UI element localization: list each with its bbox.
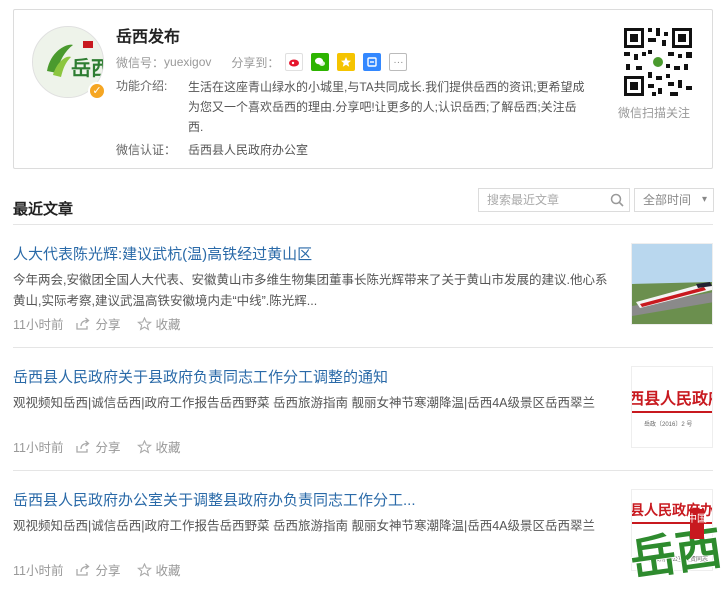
- tieba-icon[interactable]: [363, 53, 382, 71]
- article-item: 岳西县人民政府关于县政府负责同志工作分工调整的通知 观视频知岳西|诚信岳西|政府…: [13, 366, 713, 456]
- time-filter-select[interactable]: 全部时间 ▾: [634, 188, 714, 212]
- star-icon: [136, 562, 152, 577]
- watermark-vertical: 中国: [687, 512, 707, 525]
- intro-label: 功能介绍:: [116, 79, 168, 93]
- favorite-button[interactable]: 收藏: [136, 314, 181, 333]
- article-thumbnail[interactable]: 西县人民政府 岳政〔2016〕2 号: [631, 366, 713, 448]
- article-title-link[interactable]: 岳西县人民政府办公室关于调整县政府办负责同志工作分工...: [13, 489, 416, 510]
- watermark-text: 岳西: [627, 520, 722, 586]
- share-icon: [76, 563, 90, 576]
- favorite-button[interactable]: 收藏: [136, 560, 181, 579]
- weibo-icon[interactable]: [285, 53, 304, 71]
- article-summary: 观视频知岳西|诚信岳西|政府工作报告岳西野菜 岳西旅游指南 靓丽女神节寒潮降温|…: [13, 519, 595, 533]
- wechat-id-label: 微信号：: [116, 55, 165, 70]
- article-item: 岳西县人民政府办公室关于调整县政府办负责同志工作分工... 观视频知岳西|诚信岳…: [13, 489, 713, 579]
- article-title-link[interactable]: 岳西县人民政府关于县政府负责同志工作分工调整的通知: [13, 366, 388, 387]
- article-time: 11小时前: [13, 318, 64, 332]
- article-meta: 11小时前 分享 收藏: [13, 437, 181, 456]
- article-thumbnail[interactable]: [631, 243, 713, 325]
- divider: [13, 347, 713, 348]
- article-summary: 今年两会,安徽团全国人大代表、安徽黄山市多维生物集团董事长陈光辉带来了关于黄山市…: [13, 273, 608, 308]
- profile-card: 岳西 ✓ 岳西发布 微信号： yuexigov 分享到： ··· 功能介绍: 生…: [13, 9, 713, 169]
- share-icon: [76, 317, 90, 330]
- share-button[interactable]: 分享: [75, 314, 121, 333]
- share-button[interactable]: 分享: [75, 437, 121, 456]
- cert-label: 微信认证：: [116, 143, 177, 157]
- thumbnail-heading: 西县人民政府: [631, 389, 712, 408]
- search-input[interactable]: [479, 189, 604, 211]
- favorite-button[interactable]: 收藏: [136, 437, 181, 456]
- divider: [13, 224, 713, 225]
- thumbnail-rule: [632, 411, 712, 413]
- time-filter-label: 全部时间: [643, 193, 692, 207]
- thumbnail-docnumber: 岳政〔2016〕2 号: [644, 422, 693, 428]
- more-icon[interactable]: ···: [389, 53, 408, 71]
- star-icon: [136, 316, 152, 331]
- share-label: 分享到：: [231, 55, 280, 70]
- search-box: [478, 188, 630, 212]
- article-title-link[interactable]: 人大代表陈光辉:建议武杭(温)高铁经过黄山区: [13, 243, 312, 264]
- article-time: 11小时前: [13, 441, 64, 455]
- article-item: 人大代表陈光辉:建议武杭(温)高铁经过黄山区 今年两会,安徽团全国人大代表、安徽…: [13, 243, 713, 333]
- verified-badge-icon: ✓: [88, 82, 106, 100]
- qzone-icon[interactable]: [337, 53, 356, 71]
- svg-text:岳西: 岳西: [71, 56, 104, 80]
- article-time: 11小时前: [13, 564, 64, 578]
- train-image-icon: [632, 244, 712, 324]
- divider: [13, 470, 713, 471]
- intro-text: 生活在这座青山绿水的小城里,与TA共同成长.我们提供岳西的资讯;更希望成为您又一…: [188, 80, 585, 134]
- article-summary: 观视频知岳西|诚信岳西|政府工作报告岳西野菜 岳西旅游指南 靓丽女神节寒潮降温|…: [13, 396, 595, 410]
- share-button[interactable]: 分享: [75, 560, 121, 579]
- qr-code-icon: [622, 26, 694, 98]
- search-icon[interactable]: [609, 192, 625, 208]
- article-meta: 11小时前 分享 收藏: [13, 560, 181, 579]
- article-meta: 11小时前 分享 收藏: [13, 314, 181, 333]
- cert-text: 岳西县人民政府办公室: [188, 143, 309, 157]
- watermark-logo: 岳西 中国: [626, 505, 726, 589]
- star-icon: [136, 439, 152, 454]
- account-meta: 微信号： yuexigov 分享到： ···: [116, 53, 415, 71]
- wechat-id: yuexigov: [164, 55, 212, 69]
- account-name: 岳西发布: [116, 29, 181, 46]
- share-icon: [76, 440, 90, 453]
- qr-caption: 微信扫描关注: [618, 106, 691, 120]
- chevron-down-icon: ▾: [701, 194, 707, 205]
- wechat-icon[interactable]: [311, 53, 330, 71]
- recent-articles-title: 最近文章: [13, 201, 74, 218]
